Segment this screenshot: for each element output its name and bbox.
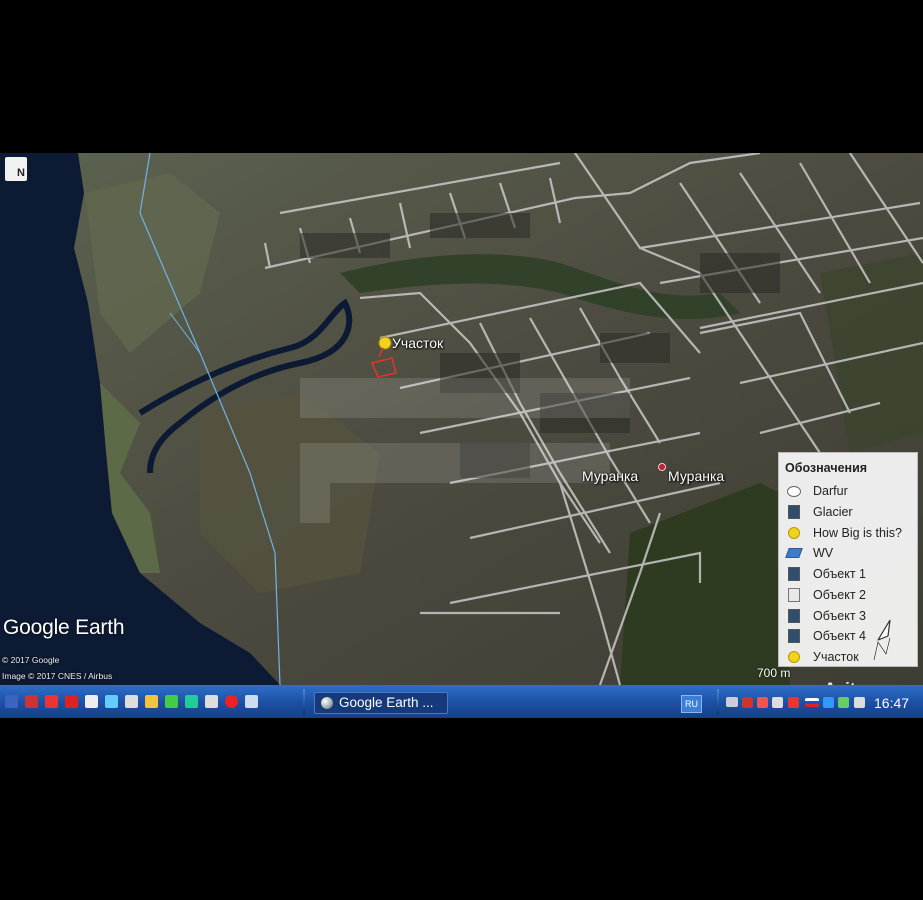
legend-item[interactable]: Glacier	[787, 503, 853, 521]
compass-icon[interactable]	[868, 618, 906, 664]
bluetooth-icon[interactable]	[823, 697, 834, 708]
legend-item[interactable]: Объект 1	[787, 565, 866, 583]
folder-icon[interactable]	[145, 695, 158, 708]
copyright-credit: © 2017 Google	[2, 655, 60, 665]
yellow-pin-icon	[787, 650, 801, 664]
north-label: N	[17, 167, 25, 179]
document-icon	[787, 609, 801, 623]
legend-item-label: Объект 4	[813, 629, 866, 643]
shape-icon	[787, 484, 801, 498]
legend-item-label: Объект 3	[813, 609, 866, 623]
scale-label: 700 m	[757, 666, 791, 680]
russian-flag-icon[interactable]	[805, 698, 819, 707]
app-icon[interactable]	[25, 695, 38, 708]
yellow-pin-icon	[787, 526, 801, 540]
language-indicator[interactable]: RU	[681, 695, 702, 713]
volume-icon[interactable]	[854, 697, 865, 708]
legend-item[interactable]: Объект 4	[787, 627, 866, 645]
town-label-2[interactable]: Муранка	[668, 468, 724, 484]
acrobat-icon[interactable]	[45, 695, 58, 708]
legend-item[interactable]: How Big is this?	[787, 524, 902, 542]
yandex-icon[interactable]	[225, 695, 238, 708]
legend-item-label: WV	[813, 546, 834, 560]
legend-item[interactable]: Объект 3	[787, 607, 866, 625]
north-button[interactable]: N	[5, 157, 27, 181]
start-icon[interactable]	[5, 695, 18, 708]
legend-item-label: Объект 2	[813, 588, 866, 602]
legend-item-label: Участок	[813, 650, 859, 664]
app-icon[interactable]	[205, 695, 218, 708]
tray-icon[interactable]	[757, 697, 768, 708]
settings-icon[interactable]	[85, 695, 98, 708]
screen: N Участок Муранка Муранка Google Earth ©…	[0, 153, 923, 718]
monitor-icon[interactable]	[726, 697, 738, 707]
document-icon	[787, 567, 801, 581]
app-icon[interactable]	[185, 695, 198, 708]
tray-icon[interactable]	[788, 697, 799, 708]
document-icon	[787, 505, 801, 519]
town-marker[interactable]	[658, 463, 666, 471]
legend-title: Обозначения	[785, 461, 868, 475]
network-icon[interactable]	[105, 695, 118, 708]
app-icon[interactable]	[245, 695, 258, 708]
divider	[717, 689, 719, 715]
legend-item-label: How Big is this?	[813, 526, 902, 540]
legend-item[interactable]: WV	[785, 544, 834, 562]
legend-item[interactable]: Участок	[787, 648, 859, 666]
google-earth-task-button[interactable]: Google Earth ...	[314, 692, 448, 714]
calculator-icon[interactable]	[125, 695, 138, 708]
app-icon[interactable]	[65, 695, 78, 708]
divider	[303, 689, 305, 715]
town-label-1[interactable]: Муранка	[582, 468, 638, 484]
legend-item[interactable]: Darfur	[787, 482, 848, 500]
legend-item-label: Объект 1	[813, 567, 866, 581]
document-icon	[787, 588, 801, 602]
satellite-map[interactable]: N Участок Муранка Муранка Google Earth ©…	[0, 153, 923, 698]
tray-icon[interactable]	[772, 697, 783, 708]
parcel-label[interactable]: Участок	[392, 335, 443, 351]
app-icon[interactable]	[165, 695, 178, 708]
tray-icon[interactable]	[838, 697, 849, 708]
task-button-label: Google Earth ...	[339, 695, 434, 710]
clock[interactable]: 16:47	[874, 695, 909, 711]
legend-item-label: Glacier	[813, 505, 853, 519]
taskbar: Google Earth ... RU 16:47	[0, 685, 923, 718]
imagery-credit: Image © 2017 CNES / Airbus	[2, 671, 113, 681]
google-earth-logo: Google Earth	[3, 616, 125, 639]
tray-icon[interactable]	[742, 697, 753, 708]
legend-item[interactable]: Объект 2	[787, 586, 866, 604]
layers-icon	[785, 546, 803, 560]
legend-item-label: Darfur	[813, 484, 848, 498]
document-icon	[787, 629, 801, 643]
